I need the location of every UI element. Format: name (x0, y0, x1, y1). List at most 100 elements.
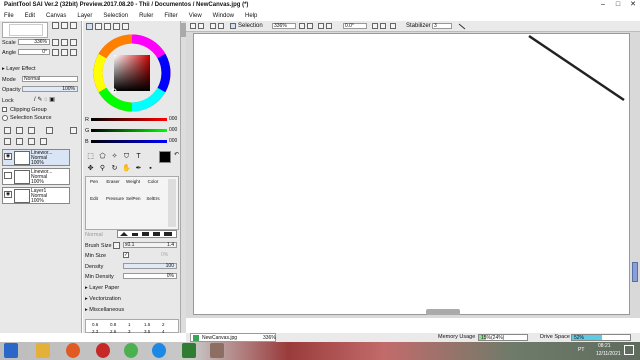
language-indicator[interactable]: PT (578, 347, 584, 353)
new-linework-icon[interactable] (16, 127, 23, 134)
horizontal-scroll-thumb[interactable] (426, 309, 460, 315)
drawing-canvas[interactable] (193, 33, 630, 315)
b-slider[interactable] (91, 140, 167, 143)
zoom-in-nav-icon[interactable] (52, 22, 59, 29)
zoom-out-icon[interactable] (299, 23, 305, 29)
eye-icon[interactable]: ◉ (4, 191, 12, 198)
lasso-icon[interactable]: ⬠ (98, 152, 107, 161)
reset-zoom-icon[interactable] (70, 22, 77, 29)
file-explorer-icon[interactable] (36, 343, 50, 358)
tool-pen[interactable]: Pen (87, 178, 101, 185)
size-lock-icon[interactable] (113, 242, 120, 249)
rotate-left-nav-icon[interactable] (52, 49, 59, 56)
rotate-right-icon[interactable] (380, 23, 386, 29)
preset-size[interactable]: 3.5 (144, 329, 150, 334)
min-density-slider[interactable]: 0% (123, 273, 177, 279)
redo-icon[interactable] (198, 23, 204, 29)
preset-size[interactable]: 2 (162, 322, 165, 327)
rotation-field[interactable]: 0.0° (343, 23, 367, 29)
tool-eraser[interactable]: Eraser (106, 178, 120, 185)
scale-plus-icon[interactable] (61, 39, 68, 46)
menu-layer[interactable]: Layer (77, 13, 92, 19)
zoom-tool-icon[interactable]: ⚲ (98, 164, 107, 173)
vertical-scroll-thumb[interactable] (632, 262, 638, 282)
layer-item[interactable]: ◉ Layer1 Normal 100% (2, 187, 70, 204)
preset-size[interactable]: 2.3 (92, 329, 98, 334)
close-button[interactable]: ✕ (626, 1, 640, 9)
rotate-left-icon[interactable] (372, 23, 378, 29)
edge-icon[interactable] (152, 343, 166, 358)
hsv-slider-mode-icon[interactable] (104, 23, 111, 30)
deselect-icon[interactable] (210, 23, 216, 29)
eye-icon[interactable]: ◉ (4, 153, 12, 160)
preset-size[interactable]: 2.6 (110, 329, 116, 334)
scale-reset-icon[interactable] (70, 39, 77, 46)
selection-source-radio[interactable] (2, 115, 8, 121)
tool-edit[interactable]: Edit (87, 195, 101, 202)
menu-ruler[interactable]: Ruler (139, 13, 153, 19)
current-color-swatch[interactable] (159, 151, 171, 163)
misc-toggle[interactable]: ▸ Miscellaneous (85, 307, 124, 313)
color-wheel-mode-icon[interactable] (86, 23, 93, 30)
firefox-icon[interactable] (66, 343, 80, 358)
menu-view[interactable]: View (189, 13, 202, 19)
brush-shape-selector[interactable] (117, 230, 177, 238)
navigator-preview[interactable] (2, 22, 48, 38)
painttool-sai-icon[interactable] (182, 343, 196, 358)
layer-item[interactable]: ◉ Linewor... Normal 100% (2, 149, 70, 166)
rotate-ccw-icon[interactable] (318, 23, 324, 29)
mask-icon[interactable] (46, 127, 53, 134)
tool-palette-scrollbar[interactable] (168, 179, 176, 227)
vectorization-toggle[interactable]: ▸ Vectorization (85, 296, 121, 302)
canvas-tab[interactable]: NewCanvas.jpg 336% (190, 333, 276, 342)
tray-time[interactable]: 08:21 (598, 343, 611, 349)
layer-paper-toggle[interactable]: ▸ Layer Paper (85, 285, 119, 291)
preset-size[interactable]: 4 (162, 329, 165, 334)
zoom-in-icon[interactable] (307, 23, 313, 29)
notification-icon[interactable] (624, 345, 634, 355)
blend-mode-select[interactable]: Normal (22, 76, 78, 82)
swap-colors-icon[interactable]: ↶ (172, 151, 181, 160)
menu-file[interactable]: File (4, 13, 14, 19)
magic-wand-icon[interactable]: ✧ (110, 152, 119, 161)
menu-filter[interactable]: Filter (164, 13, 177, 19)
g-slider[interactable] (91, 129, 167, 132)
maximize-button[interactable]: □ (611, 1, 625, 9)
rotate-tool-icon[interactable]: ↻ (110, 164, 119, 173)
delete-layer-icon[interactable] (40, 138, 47, 145)
fill-tool-icon[interactable]: ▪ (146, 164, 155, 173)
preset-size[interactable]: 1.5 (144, 322, 150, 327)
tray-date[interactable]: 12/11/2021 (596, 351, 621, 357)
density-slider[interactable]: 100 (123, 263, 177, 269)
move-icon[interactable]: ✥ (86, 164, 95, 173)
clear-layer-icon[interactable] (28, 138, 35, 145)
rgb-slider-mode-icon[interactable] (95, 23, 102, 30)
menu-help[interactable]: Help (245, 13, 257, 19)
brush-size-slider[interactable]: x0.1 1.4 (123, 242, 177, 248)
layer-item[interactable]: Linewor... Normal 100% (2, 168, 70, 185)
r-slider[interactable] (91, 118, 167, 121)
preset-size[interactable]: 1 (128, 322, 131, 327)
lock-icons[interactable]: / ✎ ◌ ▣ (34, 96, 55, 103)
pen-line-icon[interactable] (458, 23, 466, 30)
opacity-slider[interactable]: 100% (22, 86, 78, 92)
preset-size[interactable]: 0.6 (92, 322, 98, 327)
clipping-checkbox[interactable] (2, 107, 7, 112)
merge-down-icon[interactable] (16, 138, 23, 145)
menu-window[interactable]: Window (213, 13, 234, 19)
opera-icon[interactable] (96, 343, 110, 358)
tool-selers[interactable]: SelErs (146, 195, 160, 202)
color-wheel[interactable] (93, 34, 171, 112)
undo-icon[interactable] (190, 23, 196, 29)
zoom-out-nav-icon[interactable] (61, 22, 68, 29)
tool-selpen[interactable]: SelPen (126, 195, 141, 202)
angle-field[interactable]: 0° (18, 49, 50, 55)
angle-reset-icon[interactable] (70, 49, 77, 56)
menu-edit[interactable]: Edit (25, 13, 35, 19)
stabilizer-field[interactable]: 3 (432, 23, 452, 29)
invert-selection-icon[interactable] (218, 23, 224, 29)
layer-effect-toggle[interactable]: ▸ Layer Effect (2, 66, 36, 72)
layer-settings-icon[interactable] (70, 127, 77, 134)
minimize-button[interactable]: – (596, 1, 610, 9)
scratchpad-mode-icon[interactable] (122, 23, 129, 30)
